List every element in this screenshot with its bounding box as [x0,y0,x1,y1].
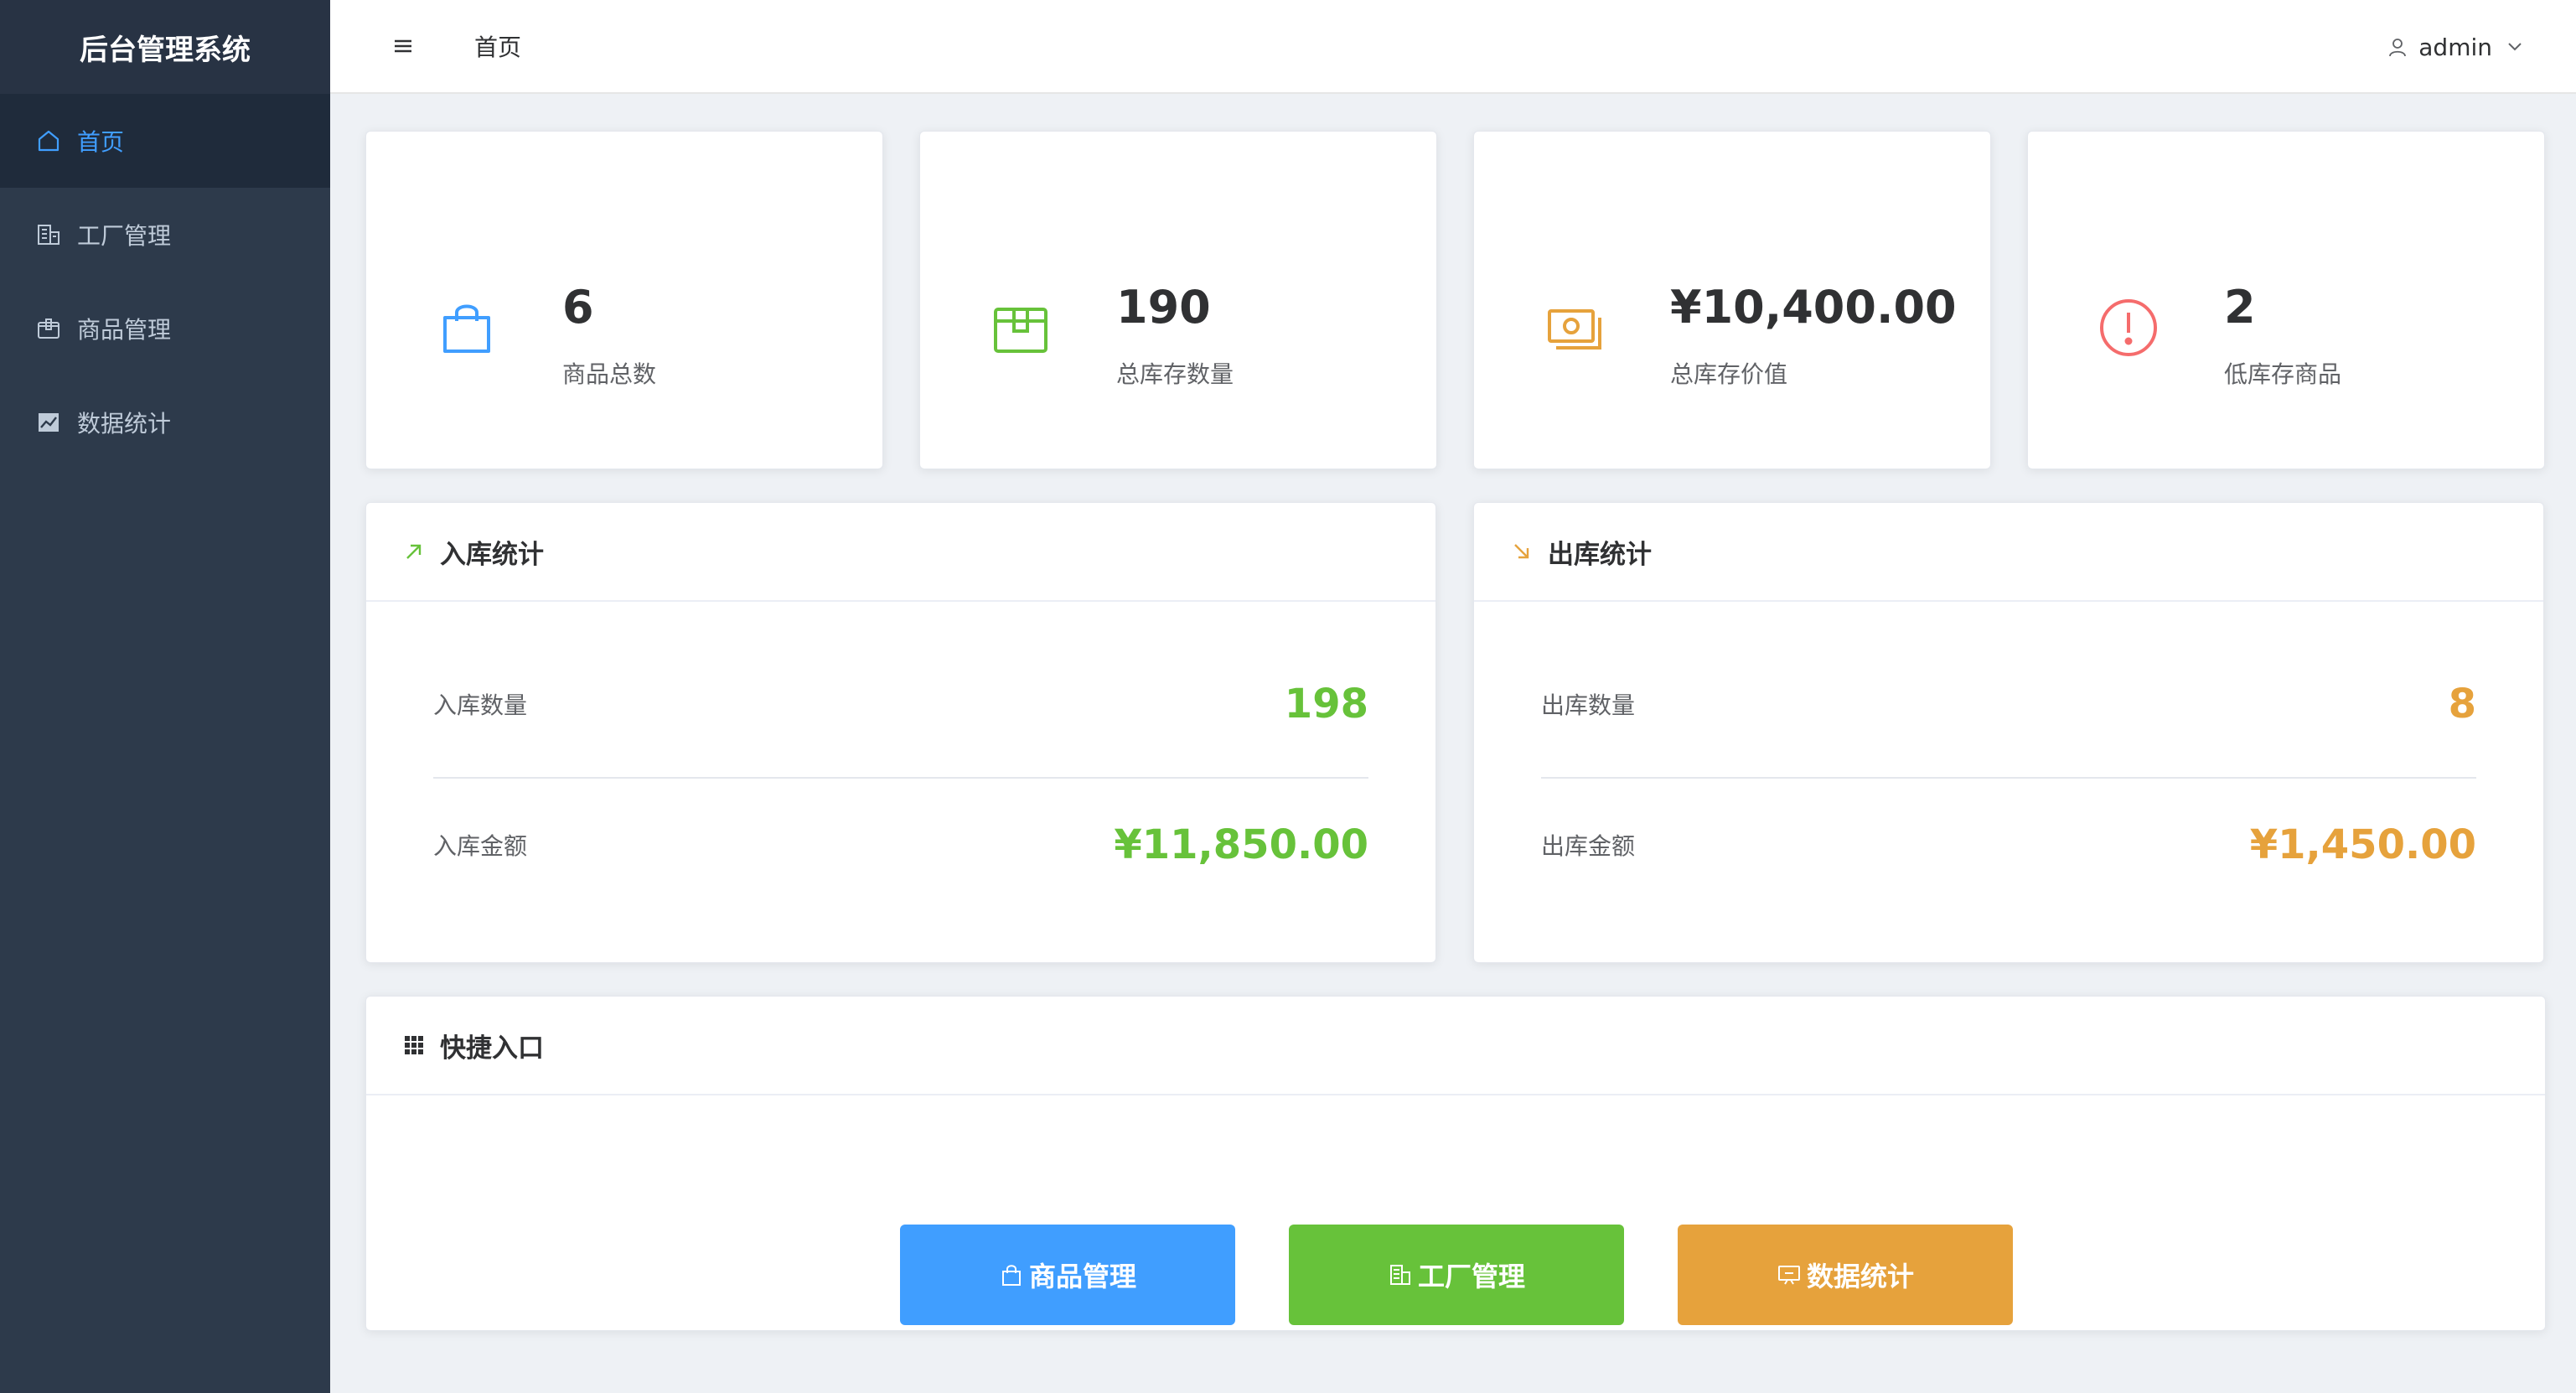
arrow-up-right-icon [403,541,425,562]
brand-title: 后台管理系统 [0,0,330,94]
shopping-bag-icon [1001,1265,1021,1286]
sidebar-item-statistics[interactable]: 数据统计 [0,375,330,469]
sidebar-item-factory[interactable]: 工厂管理 [0,188,330,282]
divider [1541,777,2476,779]
row-label: 出库数量 [1541,691,1636,719]
quick-entry-panel: 快捷入口 商品管理 工厂管理 数据统计 [365,996,2546,1331]
row-label: 入库金额 [433,832,528,860]
warning-icon [2098,298,2159,358]
panel-header: 出库统计 [1474,503,2543,602]
sidebar-item-home[interactable]: 首页 [0,94,330,188]
panel-header: 快捷入口 [366,997,2545,1095]
row-label: 入库数量 [433,691,528,719]
user-menu[interactable]: admin [2387,0,2526,94]
inbound-amount-row: 入库金额 ¥11,850.00 [433,820,1368,870]
row-value: 198 [1284,681,1368,728]
arrow-down-right-icon [1511,541,1533,562]
building-icon [35,221,62,248]
row-value: ¥1,450.00 [2249,821,2476,868]
stat-card-stock-quantity: 190 总库存数量 [919,131,1437,469]
sidebar-item-products[interactable]: 商品管理 [0,282,330,375]
sidebar-item-label: 数据统计 [77,410,172,438]
app-root: 后台管理系统 首页 工厂管理 商品管理 数据统计 首页 admin 6 商品总数… [0,0,2576,1393]
row-label: 出库金额 [1541,832,1636,860]
username: admin [2418,33,2492,61]
sidebar-item-label: 工厂管理 [77,222,172,250]
button-label: 商品管理 [1028,1261,1136,1292]
breadcrumb[interactable]: 首页 [474,29,521,63]
quick-factory-button[interactable]: 工厂管理 [1289,1225,1624,1325]
grid-icon [403,1034,425,1056]
inbound-quantity-row: 入库数量 198 [433,679,1368,729]
stat-value: 190 [1116,281,1211,334]
stat-card-products: 6 商品总数 [365,131,883,469]
top-header: 首页 admin [330,0,2576,94]
stat-value: 2 [2224,281,2256,334]
panel-header: 入库统计 [366,503,1435,602]
user-icon [2389,39,2407,57]
stat-label: 总库存价值 [1670,360,1788,388]
home-icon [35,127,62,154]
stat-label: 商品总数 [562,360,657,388]
presentation-icon [1777,1266,1800,1285]
stat-value: 6 [562,281,594,334]
sidebar-item-label: 首页 [77,128,125,156]
money-icon [1544,298,1605,358]
button-label: 工厂管理 [1417,1261,1525,1292]
panel-title: 出库统计 [1548,539,1652,570]
stat-card-stock-value: ¥10,400.00 总库存价值 [1473,131,1991,469]
box-icon [35,315,62,342]
row-value: 8 [2448,681,2476,728]
quick-statistics-button[interactable]: 数据统计 [1678,1225,2013,1325]
shopping-bag-icon [437,298,497,358]
quick-products-button[interactable]: 商品管理 [900,1225,1235,1325]
stat-label: 低库存商品 [2224,360,2342,388]
outbound-amount-row: 出库金额 ¥1,450.00 [1541,820,2476,870]
stat-value: ¥10,400.00 [1670,281,1957,334]
stat-label: 总库存数量 [1116,360,1234,388]
hamburger-icon[interactable] [389,32,417,60]
row-value: ¥11,850.00 [1114,821,1368,868]
chart-icon [35,409,62,436]
panel-title: 入库统计 [440,539,544,570]
divider [433,777,1368,779]
sidebar-item-label: 商品管理 [77,316,172,344]
main-content: 6 商品总数 190 总库存数量 ¥10,400.00 总库存价值 2 低库存商… [330,94,2576,1385]
outbound-quantity-row: 出库数量 8 [1541,679,2476,729]
inbound-panel: 入库统计 入库数量 198 入库金额 ¥11,850.00 [365,502,1436,963]
button-label: 数据统计 [1806,1261,1914,1292]
sidebar: 后台管理系统 首页 工厂管理 商品管理 数据统计 [0,0,330,1393]
outbound-panel: 出库统计 出库数量 8 出库金额 ¥1,450.00 [1473,502,2544,963]
chevron-down-icon [2508,43,2522,51]
building-icon [1389,1265,1410,1285]
box-icon [991,298,1051,358]
stat-card-low-stock: 2 低库存商品 [2027,131,2545,469]
panel-title: 快捷入口 [440,1033,544,1064]
